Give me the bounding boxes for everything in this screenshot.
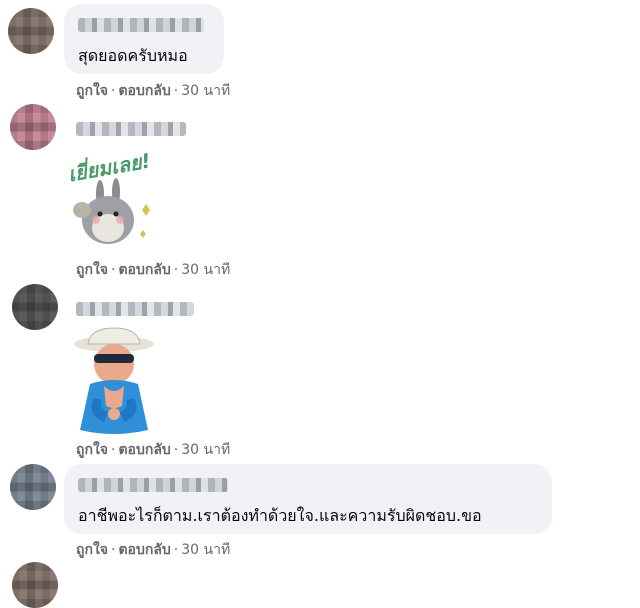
like-link[interactable]: ถูกใจ [76,83,108,99]
commenter-avatar[interactable] [8,8,54,54]
like-link[interactable]: ถูกใจ [76,262,108,278]
svg-text:เยี่ยมเลย!: เยี่ยมเลย! [66,150,153,187]
commenter-avatar[interactable] [10,464,56,510]
comment-actions: ถูกใจ · ตอบกลับ · 30 นาที [76,262,231,278]
commenter-avatar[interactable] [12,562,58,608]
commenter-name[interactable] [78,478,228,492]
reply-link[interactable]: ตอบกลับ [118,442,170,458]
comment-text: อาชีพอะไรก็ตาม.เราต้องทำด้วยใจ.และความรั… [78,506,482,525]
commenter-avatar[interactable] [10,104,56,150]
timestamp[interactable]: 30 นาที [181,83,230,99]
comment-bubble: อาชีพอะไรก็ตาม.เราต้องทำด้วยใจ.และความรั… [64,464,552,534]
old-man-sunglasses-sticker[interactable] [64,326,160,438]
commenter-name[interactable] [76,302,194,316]
like-link[interactable]: ถูกใจ [76,542,108,558]
like-link[interactable]: ถูกใจ [76,442,108,458]
commenter-name[interactable] [78,18,204,32]
timestamp[interactable]: 30 นาที [181,262,230,278]
comment-text: สุดยอดครับหมอ [78,46,188,65]
timestamp[interactable]: 30 นาที [181,542,230,558]
bunny-thumbs-sticker[interactable]: เยี่ยมเลย! [62,146,172,252]
reply-link[interactable]: ตอบกลับ [118,262,170,278]
commenter-avatar[interactable] [12,284,58,330]
comment-actions: ถูกใจ · ตอบกลับ · 30 นาที [76,442,231,458]
reply-link[interactable]: ตอบกลับ [118,542,170,558]
comment-actions: ถูกใจ · ตอบกลับ · 30 นาที [76,83,231,99]
reply-link[interactable]: ตอบกลับ [118,83,170,99]
timestamp[interactable]: 30 นาที [181,442,230,458]
comment-actions: ถูกใจ · ตอบกลับ · 30 นาที [76,542,231,558]
comment-bubble: สุดยอดครับหมอ [64,4,224,74]
commenter-name[interactable] [76,122,186,136]
